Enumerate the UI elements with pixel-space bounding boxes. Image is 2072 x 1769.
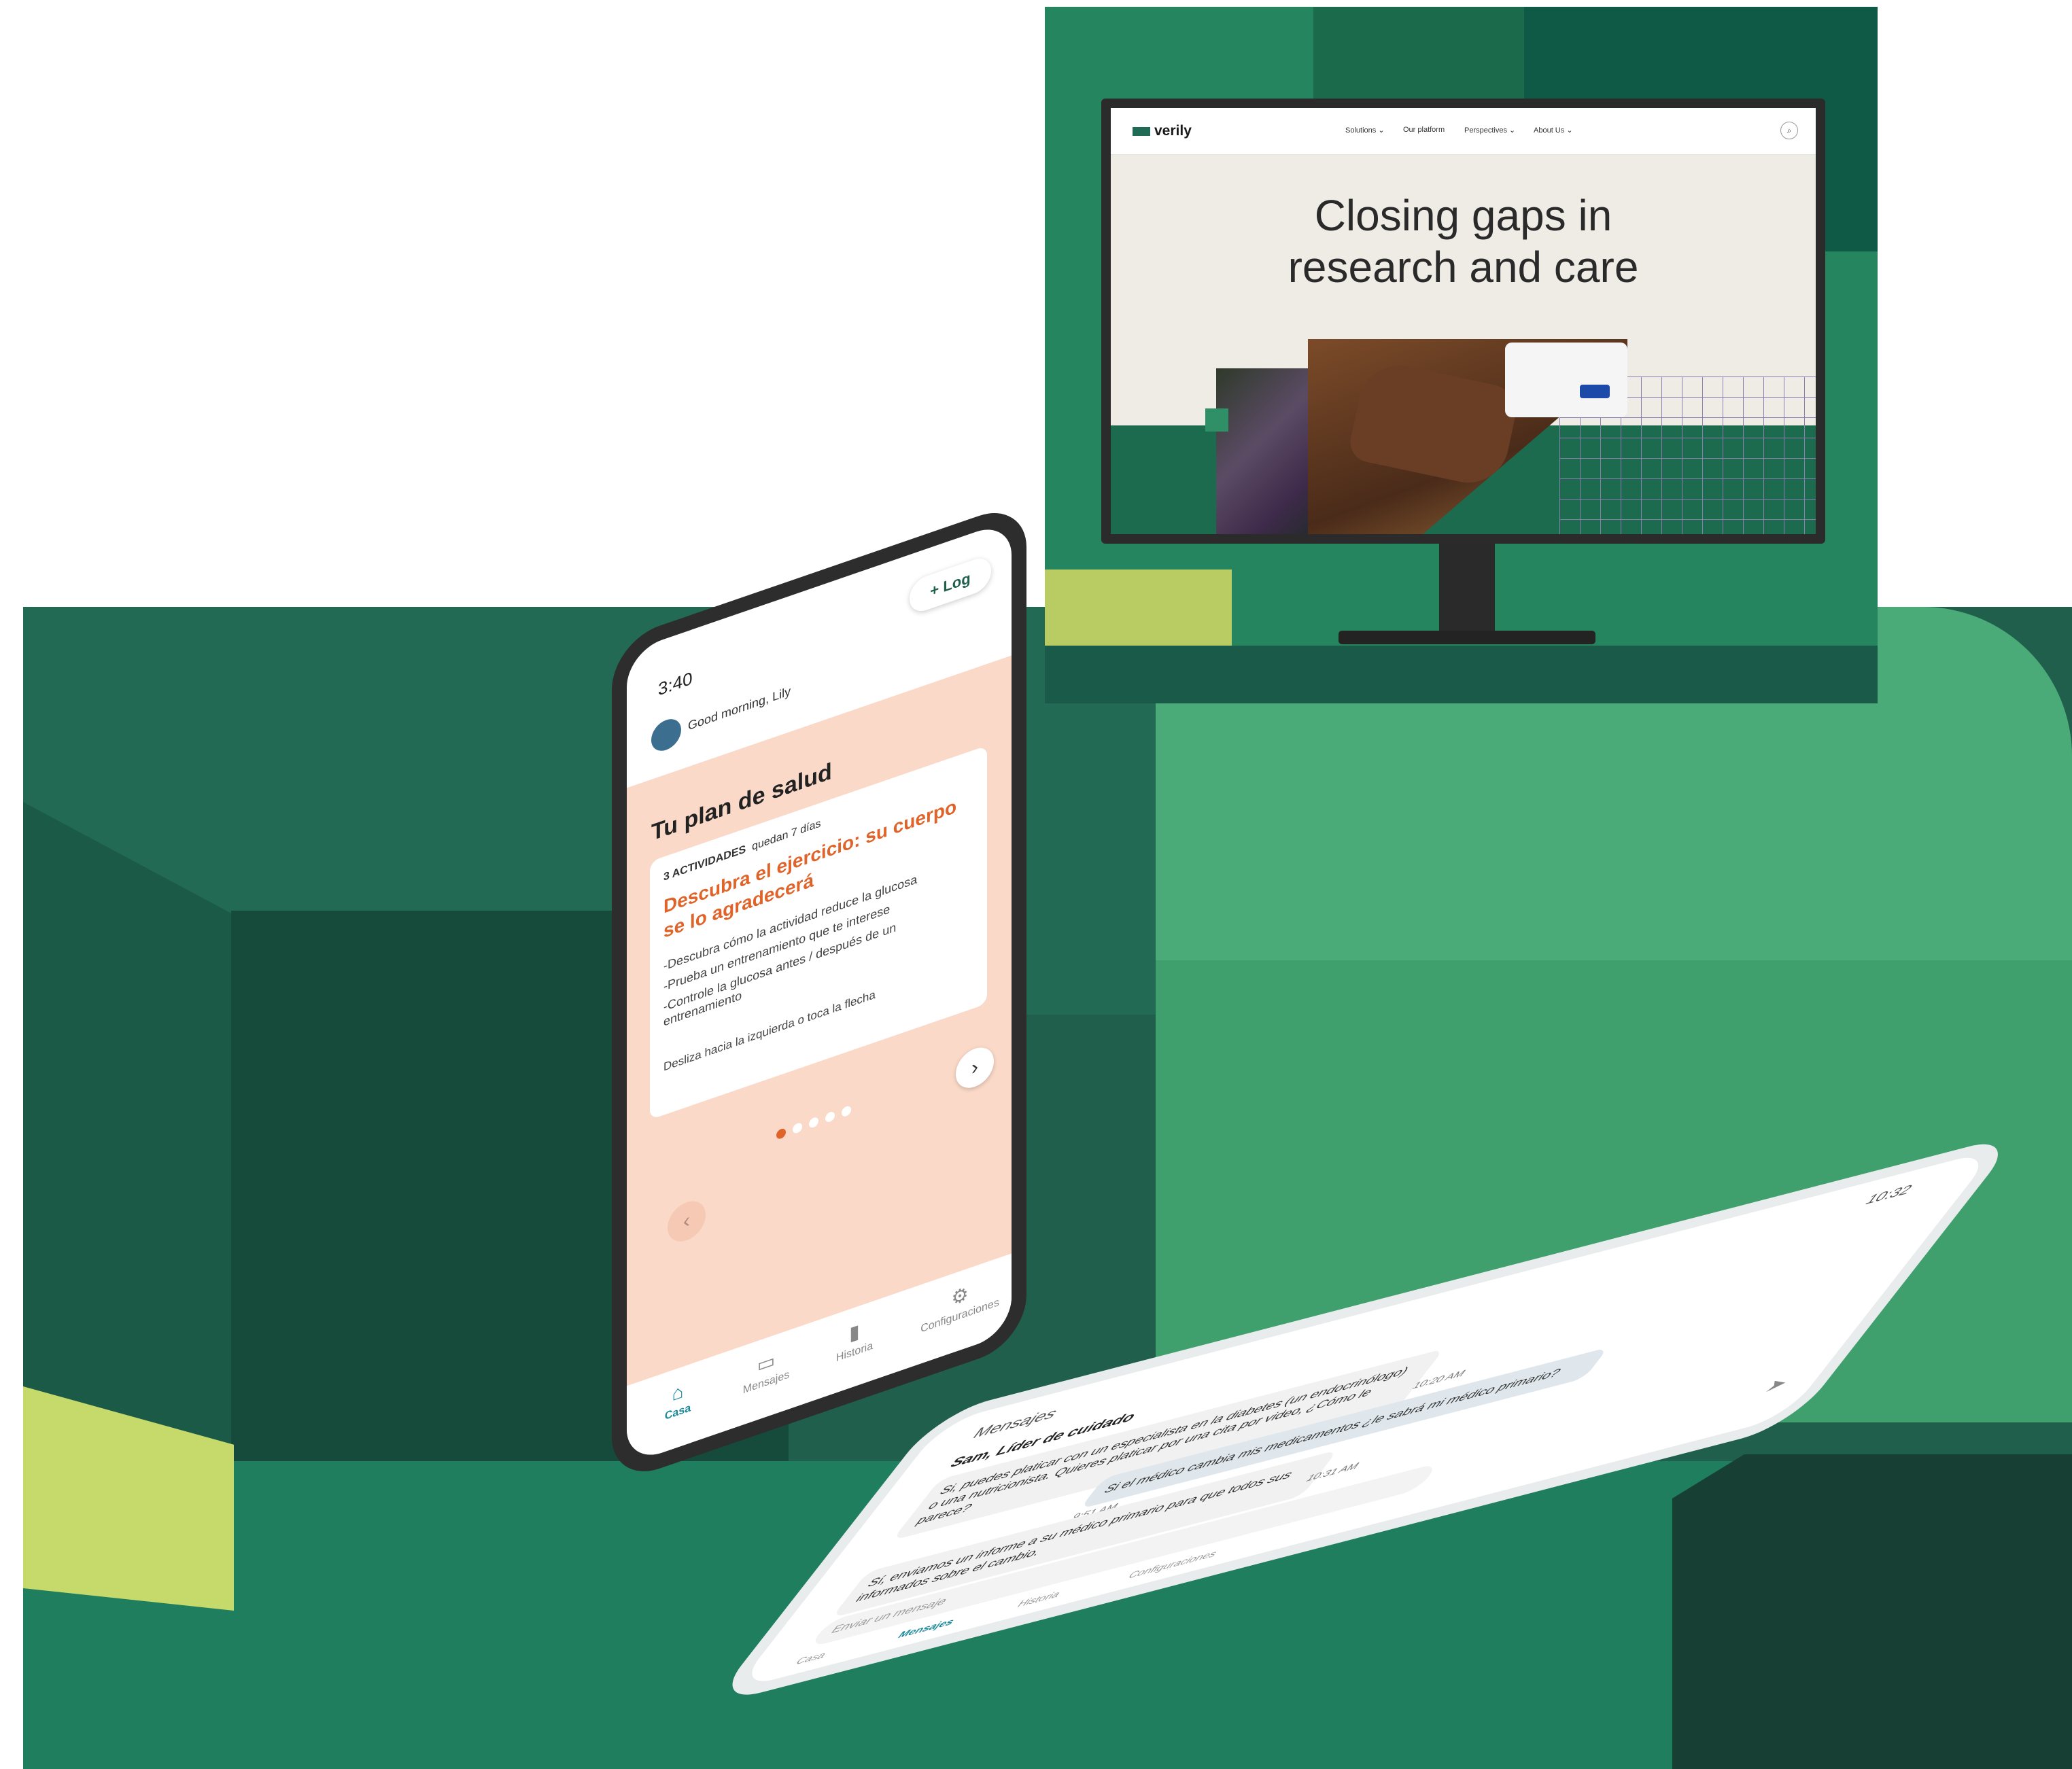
carousel-dots xyxy=(776,1102,858,1143)
log-button[interactable]: + Log xyxy=(910,553,991,616)
phone-body: 3:40 + Log Good morning, Lily Tu plan de… xyxy=(612,499,1026,1485)
verily-logo-icon xyxy=(1133,126,1150,136)
phone-flat: Mensajes 10:32 Sam, Líder de cuidado Si,… xyxy=(666,1133,2021,1726)
monitor: verily Solutions ⌄ Our platform Perspect… xyxy=(1101,99,1825,544)
monitor-panel: verily Solutions ⌄ Our platform Perspect… xyxy=(1045,7,1878,703)
panel-lime-block xyxy=(1045,570,1232,648)
device-button xyxy=(1580,385,1610,398)
next-arrow-icon[interactable]: › xyxy=(956,1042,994,1093)
phone-home-screen: 3:40 + Log Good morning, Lily Tu plan de… xyxy=(627,519,1012,1465)
hero-accent-square xyxy=(1205,408,1228,432)
website-screen: verily Solutions ⌄ Our platform Perspect… xyxy=(1111,108,1816,534)
phone-upright: 3:40 + Log Good morning, Lily Tu plan de… xyxy=(612,499,1047,1492)
chevron-down-icon: ⌄ xyxy=(1509,126,1516,135)
hero-headline: Closing gaps in research and care xyxy=(1111,190,1816,293)
status-time: 3:40 xyxy=(658,667,693,700)
hero-line-1: Closing gaps in xyxy=(1314,191,1612,240)
search-icon[interactable]: ⌕ xyxy=(1780,122,1798,139)
site-logo-text: verily xyxy=(1154,123,1192,139)
nav-solutions[interactable]: Solutions ⌄ xyxy=(1345,126,1385,135)
carousel-dot[interactable] xyxy=(842,1104,851,1118)
monitor-stand xyxy=(1439,544,1495,635)
activity-card[interactable]: 3 ACTIVIDADES quedan 7 días Descubra el … xyxy=(650,745,987,1120)
carousel-dot[interactable] xyxy=(776,1127,786,1140)
nav-our-platform[interactable]: Our platform xyxy=(1403,126,1445,134)
hero-line-2: research and care xyxy=(1288,243,1639,292)
site-navbar: verily Solutions ⌄ Our platform Perspect… xyxy=(1111,108,1816,155)
scene-dark-block xyxy=(1672,1454,2072,1769)
nav-perspectives[interactable]: Perspectives ⌄ xyxy=(1464,126,1515,135)
monitor-base xyxy=(1339,631,1595,644)
avatar[interactable] xyxy=(651,714,681,756)
panel-shelf xyxy=(1045,646,1878,703)
chevron-down-icon: ⌄ xyxy=(1378,126,1385,135)
carousel-dot[interactable] xyxy=(809,1116,818,1129)
site-logo[interactable]: verily xyxy=(1133,123,1192,139)
prev-arrow-icon[interactable]: ‹ xyxy=(668,1195,706,1247)
blood-pressure-monitor-image xyxy=(1505,343,1627,417)
tab-mensajes[interactable]: ▭ Mensajes xyxy=(729,1339,804,1402)
tab-historia[interactable]: ▮ Historia xyxy=(817,1308,892,1371)
carousel-dot[interactable] xyxy=(825,1110,835,1123)
chevron-down-icon: ⌄ xyxy=(1566,126,1573,135)
status-time: 10:32 xyxy=(1861,1182,1916,1208)
nav-about-us[interactable]: About Us ⌄ xyxy=(1534,126,1573,135)
carousel-dot[interactable] xyxy=(793,1121,802,1135)
greeting: Good morning, Lily xyxy=(688,684,791,733)
tab-casa[interactable]: Casa xyxy=(793,1649,829,1667)
send-icon[interactable]: ➤ xyxy=(1760,1371,1795,1397)
